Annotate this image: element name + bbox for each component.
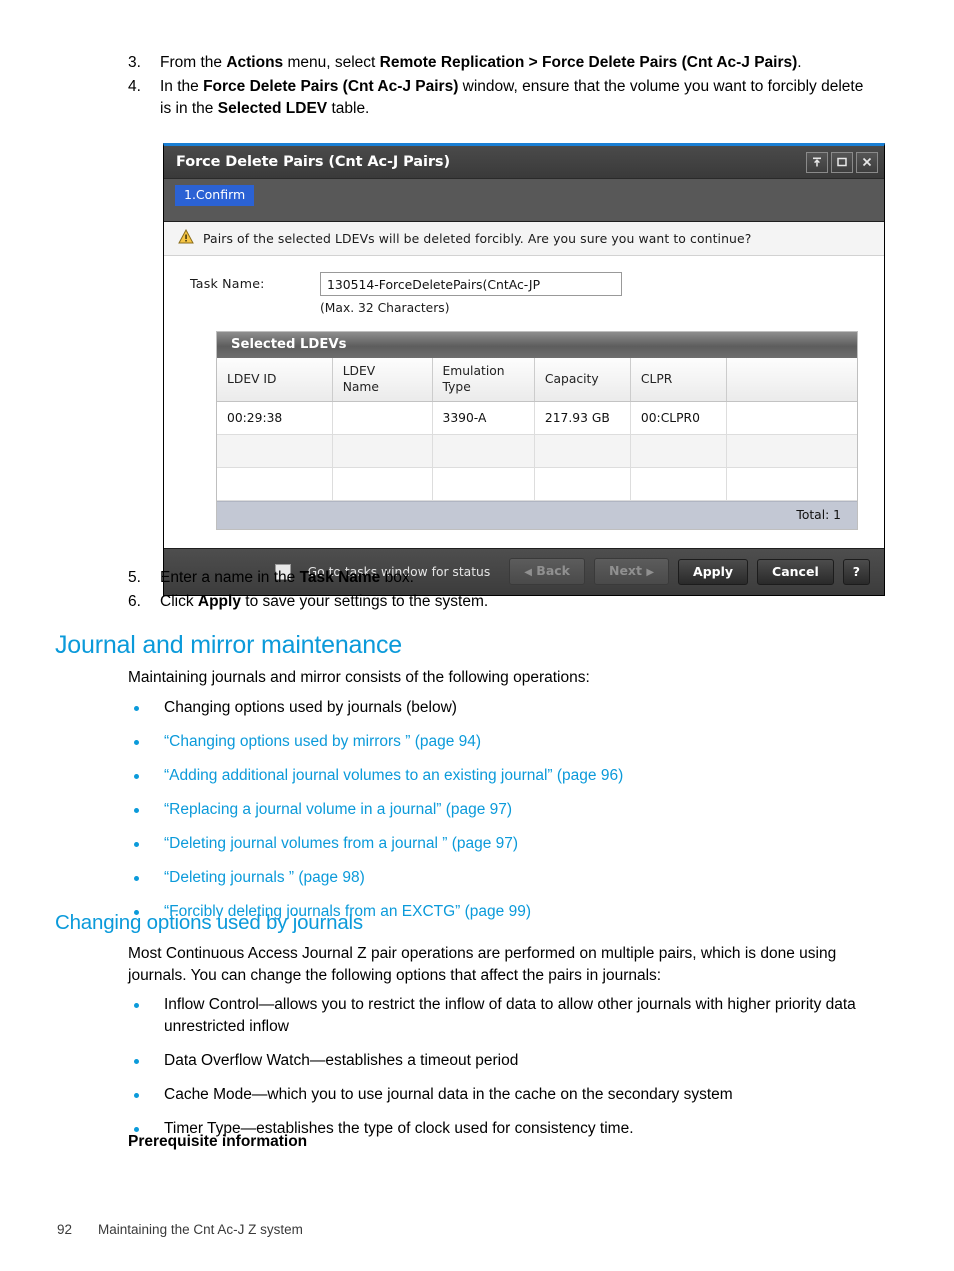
cell-clpr: 00:CLPR0: [630, 401, 727, 436]
task-name-hint: (Max. 32 Characters): [320, 301, 450, 315]
cell-clpr: [630, 434, 727, 469]
task-name-row: Task Name:: [164, 256, 884, 296]
list-item-text: Data Overflow Watch—establishes a timeou…: [164, 1052, 519, 1069]
cell-capacity: 217.93 GB: [534, 401, 631, 436]
cell-spacer: [726, 401, 857, 436]
section-heading-journal-mirror-maintenance: Journal and mirror maintenance: [55, 631, 402, 659]
cell-ldev-name: [332, 434, 433, 469]
warning-triangle-icon: [178, 228, 194, 248]
cell-ldev-id: [217, 467, 333, 502]
step-item: 4. In the Force Delete Pairs (Cnt Ac-J P…: [128, 76, 878, 120]
table-header-row: LDEV ID LDEV Name Emulation Type Capacit…: [217, 358, 857, 403]
column-header-capacity[interactable]: Capacity: [534, 358, 631, 403]
step-text: Enter a name in the Task Name box.: [160, 569, 414, 586]
list-item-text: Inflow Control—allows you to restrict th…: [164, 996, 856, 1035]
cross-reference-link[interactable]: “Replacing a journal volume in a journal…: [164, 801, 512, 818]
cell-clpr: [630, 467, 727, 502]
list-item: Changing options used by journals (below…: [128, 697, 888, 719]
list-item[interactable]: “Deleting journals ” (page 98): [128, 867, 888, 889]
step-item: 6. Click Apply to save your settings to …: [128, 591, 878, 613]
column-header-ldev-name[interactable]: LDEV Name: [332, 358, 433, 403]
cell-ldev-name: [332, 401, 433, 436]
journal-options-list: Inflow Control—allows you to restrict th…: [128, 994, 888, 1152]
cell-ldev-name: [332, 467, 433, 502]
footer-page-number: 92: [57, 1222, 73, 1237]
prerequisite-information-heading: Prerequisite information: [128, 1133, 308, 1150]
step-number: 6.: [128, 593, 141, 610]
journal-intro-paragraph: Maintaining journals and mirror consists…: [128, 669, 590, 686]
list-item-text: Cache Mode—which you to use journal data…: [164, 1086, 733, 1103]
cell-capacity: [534, 467, 631, 502]
cross-reference-link[interactable]: “Deleting journal volumes from a journal…: [164, 835, 518, 852]
list-item[interactable]: “Changing options used by mirrors ” (pag…: [128, 731, 888, 753]
table-row[interactable]: 00:29:38 3390-A 217.93 GB 00:CLPR0: [217, 401, 857, 436]
collapse-icon[interactable]: [806, 151, 828, 173]
list-item[interactable]: “Deleting journal volumes from a journal…: [128, 833, 888, 855]
warning-text: Pairs of the selected LDEVs will be dele…: [203, 231, 752, 246]
cell-capacity: [534, 434, 631, 469]
changing-options-intro-paragraph: Most Continuous Access Journal Z pair op…: [128, 945, 837, 984]
page-footer: 92 Maintaining the Cnt Ac-J Z system: [57, 1222, 303, 1237]
document-page: 3. From the Actions menu, select Remote …: [0, 0, 954, 1271]
step-number: 5.: [128, 569, 141, 586]
steps-list-top: 3. From the Actions menu, select Remote …: [128, 52, 878, 122]
list-item: Cache Mode—which you to use journal data…: [128, 1084, 888, 1106]
list-item[interactable]: “Replacing a journal volume in a journal…: [128, 799, 888, 821]
dialog-title: Force Delete Pairs (Cnt Ac-J Pairs): [176, 154, 450, 170]
cross-reference-link[interactable]: “Changing options used by mirrors ” (pag…: [164, 733, 481, 750]
list-item[interactable]: “Adding additional journal volumes to an…: [128, 765, 888, 787]
cell-spacer: [726, 467, 857, 502]
cell-ldev-id: [217, 434, 333, 469]
section-heading-changing-options: Changing options used by journals: [55, 911, 363, 934]
list-item: Data Overflow Watch—establishes a timeou…: [128, 1050, 888, 1072]
selected-ldevs-caption: Selected LDEVs: [217, 332, 857, 358]
step-text: In the Force Delete Pairs (Cnt Ac-J Pair…: [160, 78, 864, 117]
selected-ldevs-table: LDEV ID LDEV Name Emulation Type Capacit…: [217, 358, 857, 502]
dialog-tabbar: 1.Confirm: [164, 179, 884, 221]
table-row[interactable]: [217, 434, 857, 469]
dialog-titlebar: Force Delete Pairs (Cnt Ac-J Pairs): [164, 146, 884, 179]
table-row[interactable]: [217, 467, 857, 502]
step-text: From the Actions menu, select Remote Rep…: [160, 54, 802, 71]
list-item-text: Changing options used by journals (below…: [164, 699, 457, 716]
cell-emulation-type: [432, 467, 535, 502]
close-icon[interactable]: [856, 151, 878, 173]
journal-operations-list: Changing options used by journals (below…: [128, 697, 888, 935]
dialog-body: Pairs of the selected LDEVs will be dele…: [164, 221, 884, 549]
warning-banner: Pairs of the selected LDEVs will be dele…: [164, 222, 884, 256]
table-total: Total: 1: [217, 501, 857, 530]
window-controls: [806, 151, 878, 173]
maximize-icon[interactable]: [831, 151, 853, 173]
cell-emulation-type: [432, 434, 535, 469]
list-item: Inflow Control—allows you to restrict th…: [128, 994, 888, 1038]
task-name-label: Task Name:: [190, 276, 265, 291]
step-number: 3.: [128, 54, 141, 71]
steps-list-bottom: 5. Enter a name in the Task Name box. 6.…: [128, 567, 878, 615]
column-header-spacer: [726, 358, 857, 403]
task-name-input[interactable]: [320, 272, 622, 296]
footer-chapter-title: Maintaining the Cnt Ac-J Z system: [98, 1222, 303, 1237]
cell-emulation-type: 3390-A: [432, 401, 535, 436]
cross-reference-link[interactable]: “Adding additional journal volumes to an…: [164, 767, 623, 784]
step-number: 4.: [128, 78, 141, 95]
cell-ldev-id: 00:29:38: [217, 401, 333, 436]
tab-confirm[interactable]: 1.Confirm: [175, 185, 255, 206]
cross-reference-link[interactable]: “Deleting journals ” (page 98): [164, 869, 365, 886]
cell-spacer: [726, 434, 857, 469]
step-item: 3. From the Actions menu, select Remote …: [128, 52, 878, 74]
column-header-ldev-id[interactable]: LDEV ID: [217, 358, 333, 403]
column-header-emulation-type[interactable]: Emulation Type: [432, 358, 535, 403]
force-delete-pairs-dialog: Force Delete Pairs (Cnt Ac-J Pairs) 1.Co…: [163, 143, 885, 597]
step-text: Click Apply to save your settings to the…: [160, 593, 489, 610]
selected-ldevs-panel: Selected LDEVs LDEV ID LDEV Name Emulati…: [216, 331, 858, 531]
column-header-clpr[interactable]: CLPR: [630, 358, 727, 403]
step-item: 5. Enter a name in the Task Name box.: [128, 567, 878, 589]
